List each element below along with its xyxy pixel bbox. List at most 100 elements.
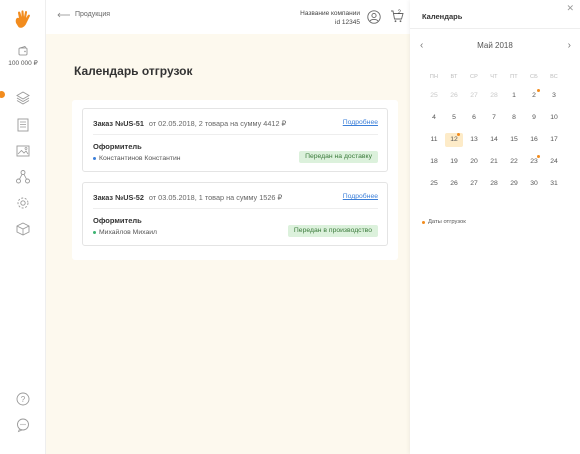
person-name: Константинов Константин <box>99 155 181 162</box>
cart-count: 2 <box>397 10 401 16</box>
weekday-label: ВС <box>550 74 558 80</box>
calendar-day[interactable]: 2 <box>525 89 543 103</box>
back-link[interactable]: Продукция <box>57 11 110 18</box>
status-badge: Передан на доставку <box>299 151 378 163</box>
person-name: Михайлов Михаил <box>99 229 158 236</box>
order-header: Заказ №US-51 от 02.05.2018, 2 товара на с… <box>93 119 286 128</box>
calendar-day[interactable]: 20 <box>465 155 483 169</box>
sidebar: 100 000 ₽ ? <box>0 0 46 454</box>
calendar-day[interactable]: 10 <box>545 111 563 125</box>
calendar-day[interactable]: 31 <box>545 177 563 191</box>
next-month-icon[interactable]: › <box>568 40 571 51</box>
box-icon[interactable] <box>15 221 31 237</box>
weekday-label: ВТ <box>450 74 458 80</box>
legend-dot-icon <box>422 220 425 224</box>
image-icon[interactable] <box>15 143 31 159</box>
top-bar: Продукция Название компании id 12345 2 <box>46 0 410 34</box>
bullet-icon <box>93 231 96 234</box>
person: Михайлов Михаил <box>93 229 157 236</box>
role-label: Оформитель <box>93 142 142 151</box>
shipment-dot-icon <box>537 89 540 92</box>
calendar-day[interactable]: 13 <box>465 133 483 147</box>
calendar-day[interactable]: 16 <box>525 133 543 147</box>
divider <box>410 28 580 29</box>
wallet-balance[interactable]: 100 000 ₽ <box>0 45 46 67</box>
help-icon[interactable]: ? <box>15 391 31 407</box>
page-title: Календарь отгрузок <box>74 64 193 78</box>
weekday-label: СБ <box>530 74 538 80</box>
shipment-dot-icon <box>537 155 540 158</box>
calendar-day[interactable]: 3 <box>545 89 563 103</box>
order-number: Заказ №US-52 <box>93 193 144 202</box>
order-card: Заказ №US-52 от 03.05.2018, 1 товар на су… <box>82 182 388 246</box>
calendar-day[interactable]: 29 <box>505 177 523 191</box>
calendar-day[interactable]: 27 <box>465 177 483 191</box>
calendar-day[interactable]: 23 <box>525 155 543 169</box>
company-name: Название компании <box>300 10 360 17</box>
legend-label: Даты отгрузок <box>428 219 466 225</box>
calendar-day[interactable]: 4 <box>425 111 443 125</box>
logo-hand-icon[interactable] <box>12 9 34 31</box>
calendar-panel: Календарь ✕ ‹ Май 2018 › ПН ВТ СР ЧТ ПТ СБ ВС 2… <box>410 0 580 454</box>
role-label: Оформитель <box>93 216 142 225</box>
user-icon[interactable] <box>367 10 381 29</box>
calendar-day[interactable]: 5 <box>445 111 463 125</box>
month-label: Май 2018 <box>477 41 513 50</box>
weekday-label: СР <box>469 74 479 80</box>
layers-icon[interactable] <box>15 90 31 106</box>
divider <box>93 134 378 135</box>
calendar-day[interactable]: 21 <box>485 155 503 169</box>
calendar-day[interactable]: 7 <box>485 111 503 125</box>
details-link[interactable]: Подробнее <box>343 193 378 200</box>
chat-icon[interactable] <box>15 417 31 433</box>
calendar-day[interactable]: 19 <box>445 155 463 169</box>
calendar-day[interactable]: 12 <box>445 133 463 147</box>
divider <box>93 208 378 209</box>
calendar-day[interactable]: 27 <box>465 89 483 103</box>
active-indicator <box>0 91 5 98</box>
order-header: Заказ №US-52 от 03.05.2018, 1 товар на су… <box>93 193 282 202</box>
settings-icon[interactable] <box>15 195 31 211</box>
weekday-label: ПН <box>429 74 439 80</box>
calendar-day[interactable]: 9 <box>525 111 543 125</box>
calendar-day[interactable]: 24 <box>545 155 563 169</box>
calendar-day[interactable]: 28 <box>485 177 503 191</box>
svg-text:?: ? <box>21 395 26 404</box>
shipment-dot-icon <box>457 133 460 136</box>
calendar-day[interactable]: 1 <box>505 89 523 103</box>
calendar-day[interactable]: 25 <box>425 177 443 191</box>
order-number: Заказ №US-51 <box>93 119 144 128</box>
network-icon[interactable] <box>15 169 31 185</box>
company-info[interactable]: Название компании id 12345 <box>300 9 360 27</box>
calendar-day[interactable]: 17 <box>545 133 563 147</box>
arrow-left-icon <box>57 12 70 17</box>
calendar-day[interactable]: 6 <box>465 111 483 125</box>
calendar-day[interactable]: 26 <box>445 177 463 191</box>
calendar-day[interactable]: 26 <box>445 89 463 103</box>
order-summary: от 03.05.2018, 1 товар на сумму 1526 ₽ <box>148 193 283 202</box>
person: Константинов Константин <box>93 155 181 162</box>
details-link[interactable]: Подробнее <box>343 119 378 126</box>
bullet-icon <box>93 157 96 160</box>
panel-title: Календарь <box>422 12 463 21</box>
calendar-day[interactable]: 22 <box>505 155 523 169</box>
main-content: Календарь отгрузок Заказ №US-51 от 02.05.… <box>46 34 410 454</box>
calendar-day[interactable]: 15 <box>505 133 523 147</box>
status-badge: Передан в производство <box>287 225 378 237</box>
calendar-day[interactable]: 14 <box>485 133 503 147</box>
order-summary: от 02.05.2018, 2 товара на сумму 4412 ₽ <box>148 119 287 128</box>
wallet-amount: 100 000 ₽ <box>8 60 38 67</box>
orders-panel: Заказ №US-51 от 02.05.2018, 2 товара на с… <box>72 100 398 260</box>
list-icon[interactable] <box>15 117 31 133</box>
legend: Даты отгрузок <box>422 219 466 225</box>
calendar-day[interactable]: 11 <box>425 133 443 147</box>
weekday-label: ПТ <box>510 74 518 80</box>
calendar-day[interactable]: 30 <box>525 177 543 191</box>
calendar-day[interactable]: 18 <box>425 155 443 169</box>
calendar-day[interactable]: 8 <box>505 111 523 125</box>
weekday-label: ЧТ <box>490 74 498 80</box>
company-id: id 12345 <box>335 19 360 26</box>
calendar-day[interactable]: 25 <box>425 89 443 103</box>
close-icon[interactable]: ✕ <box>566 3 574 14</box>
calendar-day[interactable]: 28 <box>485 89 503 103</box>
